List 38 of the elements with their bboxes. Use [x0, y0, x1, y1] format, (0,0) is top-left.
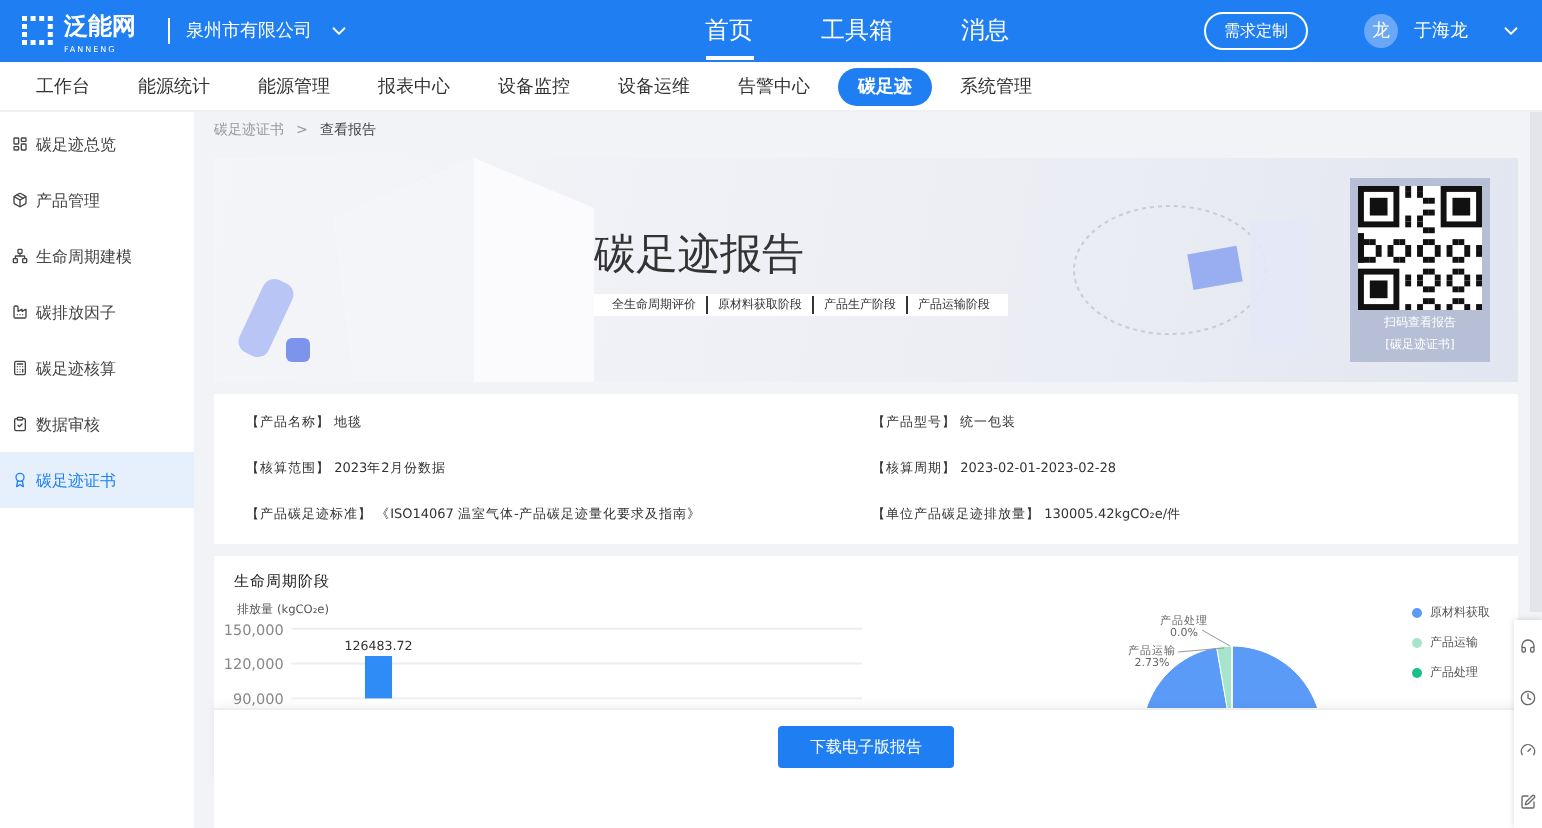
menu-tab[interactable]: 工作台	[16, 67, 110, 105]
bar	[364, 656, 393, 699]
edit-icon[interactable]	[1520, 794, 1536, 810]
custom-request-button[interactable]: 需求定制	[1204, 12, 1308, 50]
menu-item-icon	[12, 192, 28, 208]
user-name[interactable]: 于海龙	[1414, 18, 1468, 44]
menu-item-icon	[12, 304, 28, 320]
menu-item-icon	[12, 360, 28, 376]
sidebar-item[interactable]: 生命周期建模	[0, 228, 194, 284]
gauge-icon[interactable]	[1520, 742, 1536, 758]
menu-item-icon	[12, 472, 28, 488]
sidebar-item[interactable]: 碳足迹总览	[0, 116, 194, 172]
menu-tab[interactable]: 设备运维	[598, 67, 710, 105]
headset-icon[interactable]	[1520, 638, 1536, 654]
logo-text: 泛能网	[64, 9, 136, 43]
menu-tab[interactable]: 碳足迹	[838, 67, 932, 105]
menu-item-icon	[12, 416, 28, 432]
logo-icon	[20, 15, 56, 47]
menu-item-icon	[12, 248, 28, 264]
qr-code	[1358, 186, 1482, 310]
menu-tab[interactable]: 系统管理	[940, 67, 1052, 105]
download-report-button[interactable]: 下载电子版报告	[778, 725, 954, 767]
menu-tab[interactable]: 告警中心	[718, 67, 830, 105]
menu-tab[interactable]: 设备监控	[478, 67, 590, 105]
nav-tab[interactable]: 工具箱	[821, 2, 893, 60]
sidebar-item[interactable]: 碳排放因子	[0, 284, 194, 340]
menu-tab[interactable]: 能源统计	[118, 67, 230, 105]
sidebar-item[interactable]: 数据审核	[0, 396, 194, 452]
banner-title: 碳足迹报告	[594, 227, 806, 281]
sidebar-item[interactable]: 碳足迹核算	[0, 340, 194, 396]
user-avatar: 龙	[1364, 14, 1398, 48]
menu-item-icon	[12, 136, 28, 152]
clock-icon[interactable]	[1520, 690, 1536, 706]
company-name[interactable]: 泉州市有限公司	[168, 18, 312, 44]
nav-tab[interactable]: 消息	[961, 2, 1009, 60]
menu-tab[interactable]: 能源管理	[238, 67, 350, 105]
sidebar-item[interactable]: 产品管理	[0, 172, 194, 228]
menu-tab[interactable]: 报表中心	[358, 67, 470, 105]
